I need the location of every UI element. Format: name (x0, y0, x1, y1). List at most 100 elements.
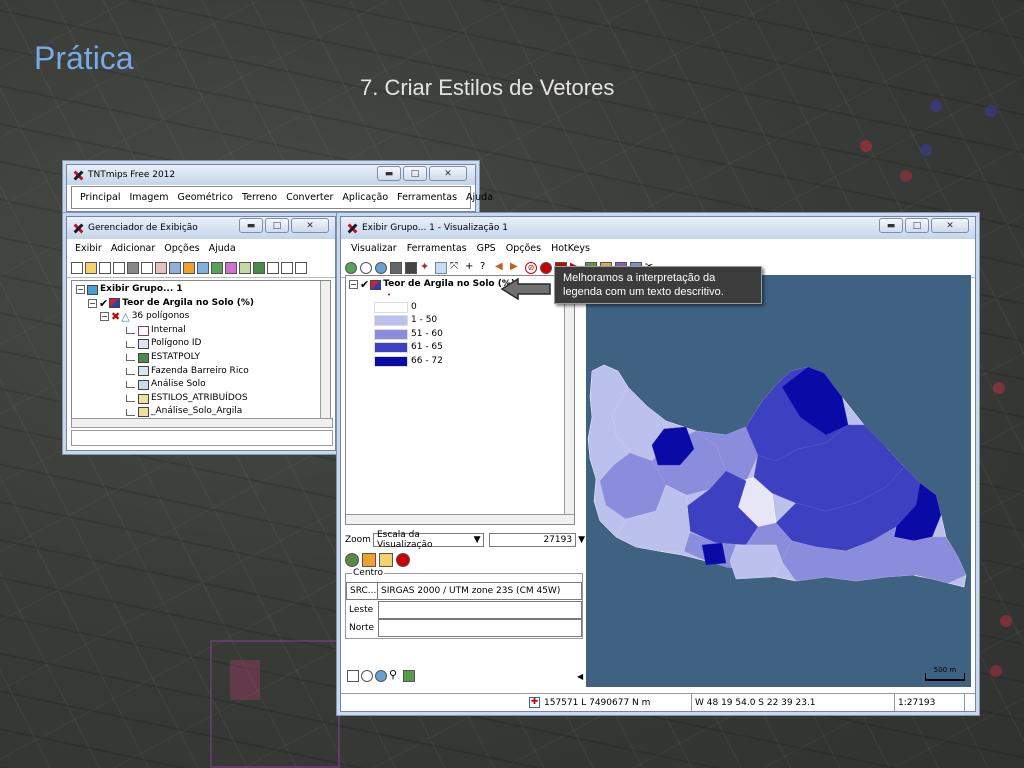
menu-exibir[interactable]: Exibir (75, 243, 102, 254)
collapse-toggle[interactable]: − (349, 280, 358, 290)
minimize-button[interactable]: ▬ (239, 218, 263, 233)
zoom-box-icon[interactable] (375, 261, 387, 274)
tree-row[interactable]: Análise Solo (76, 378, 326, 392)
close-button[interactable]: ✕ (931, 218, 969, 233)
tree-row[interactable]: Internal (76, 324, 326, 338)
binoculars-icon[interactable] (390, 261, 402, 274)
save-as-icon[interactable] (113, 261, 125, 274)
gps-icon[interactable] (345, 553, 359, 567)
print-icon[interactable] (127, 261, 139, 274)
add-grid-icon[interactable] (253, 261, 265, 274)
tree-row[interactable]: ESTILOS_ATRIBUÍDOS (76, 392, 326, 406)
search-icon[interactable]: ⚲ (389, 669, 401, 682)
vertical-scrollbar[interactable] (320, 281, 330, 421)
tree-row[interactable]: Polígono ID (76, 337, 326, 351)
src-field[interactable]: SIRGAS 2000 / UTM zone 23S (CM 45W) (378, 582, 582, 600)
redraw-icon[interactable] (345, 261, 357, 274)
dropdown-arrow-icon[interactable]: ▼ (578, 535, 585, 545)
horizontal-scrollbar[interactable] (71, 418, 333, 428)
cancel-icon[interactable] (540, 261, 552, 274)
map-icon[interactable] (403, 670, 415, 682)
zoom-value-field[interactable]: 27193 (489, 533, 577, 547)
menu-adicionar[interactable]: Adicionar (111, 243, 155, 254)
menu-converter[interactable]: Converter (286, 192, 333, 203)
menu-terreno[interactable]: Terreno (242, 192, 277, 203)
horizontal-scrollbar[interactable] (346, 514, 574, 524)
close-button[interactable]: ✕ (291, 218, 329, 233)
add-tin-icon[interactable] (225, 261, 237, 274)
minimize-button[interactable]: ▬ (377, 166, 401, 181)
add-cad-icon[interactable] (197, 261, 209, 274)
add-vector-icon[interactable] (183, 261, 195, 274)
menu-imagem[interactable]: Imagem (129, 192, 168, 203)
menu-opcoes[interactable]: Opções (506, 243, 541, 254)
camera-icon[interactable] (405, 261, 417, 274)
collapse-toggle[interactable]: − (76, 285, 85, 295)
menu-opcoes[interactable]: Opções (164, 243, 199, 254)
add-shape-icon[interactable] (211, 261, 223, 274)
maximize-button[interactable]: □ (403, 166, 427, 181)
crosshair-icon[interactable]: ✚ (529, 697, 540, 708)
layer-list-icon[interactable] (141, 261, 153, 274)
pointer-icon[interactable]: ✦ (420, 261, 432, 274)
select-icon[interactable] (360, 261, 372, 274)
menu-ajuda[interactable]: Ajuda (466, 192, 493, 203)
checkmark-icon[interactable]: ✔ (360, 278, 369, 292)
menu-aplicacao[interactable]: Aplicação (342, 192, 388, 203)
visibility-x-icon[interactable]: ✖ (111, 310, 120, 324)
measure-icon[interactable] (435, 261, 447, 274)
new-icon[interactable] (71, 261, 83, 274)
zoom-mode-select[interactable]: Escala da Visualização ▼ (372, 530, 485, 550)
collapse-toggle[interactable]: − (100, 312, 109, 322)
tree-row[interactable]: − Exibir Grupo... 1 (76, 283, 326, 297)
tree-row[interactable]: − ✖ △ 36 polígonos (76, 310, 326, 324)
checkmark-icon[interactable]: ✔ (99, 297, 108, 311)
add-region-icon[interactable] (239, 261, 251, 274)
src-button[interactable]: SRC... (346, 582, 378, 600)
close-button[interactable]: ✕ (429, 166, 467, 181)
menu-geometrico[interactable]: Geométrico (178, 192, 233, 203)
question-icon[interactable]: ? (480, 261, 492, 274)
norte-field[interactable] (378, 619, 582, 637)
tree-row[interactable]: ESTATPOLY (76, 351, 326, 365)
tree-row[interactable]: Fazenda Barreiro Rico (76, 365, 326, 379)
leste-field[interactable] (378, 601, 582, 619)
forward-icon[interactable]: ▶ (510, 261, 522, 274)
menu-ferramentas[interactable]: Ferramentas (407, 243, 467, 254)
cancel-icon[interactable] (396, 553, 410, 567)
tree-row[interactable]: − ✔ Teor de Argila no Solo (%) (76, 297, 326, 311)
menu-principal[interactable]: Principal (80, 192, 120, 203)
draw-icon[interactable]: ⤧ (450, 261, 462, 274)
open-icon[interactable] (85, 261, 97, 274)
map-dot (985, 105, 997, 117)
add-point-icon[interactable]: + (465, 261, 477, 274)
window-title: Exibir Grupo... 1 - Visualização 1 (362, 223, 509, 233)
menu-ferramentas[interactable]: Ferramentas (397, 192, 457, 203)
norte-label-cell: Norte (346, 619, 378, 637)
maximize-button[interactable]: □ (905, 218, 929, 233)
vertical-scrollbar[interactable] (564, 276, 574, 516)
maximize-button[interactable]: □ (265, 218, 289, 233)
folder-icon[interactable] (379, 553, 393, 567)
menu-ajuda[interactable]: Ajuda (209, 243, 236, 254)
collapse-toggle[interactable]: − (88, 298, 97, 308)
zoom-in-icon[interactable] (361, 670, 373, 682)
save-icon[interactable] (99, 261, 111, 274)
stop-icon[interactable]: ⊘ (525, 261, 537, 274)
add-layer-icon[interactable] (155, 261, 167, 274)
overview-icon[interactable] (347, 670, 359, 682)
add-table-icon[interactable] (267, 261, 279, 274)
tree-row[interactable]: _Análise_Solo_Argila (76, 405, 326, 419)
add-raster-icon[interactable] (169, 261, 181, 274)
zoom-box-icon[interactable] (375, 670, 387, 682)
menu-gps[interactable]: GPS (477, 243, 496, 254)
back-icon[interactable]: ◀ (495, 261, 507, 274)
menu-hotkeys[interactable]: HotKeys (551, 243, 590, 254)
collapse-arrow-icon[interactable]: ◀ (577, 672, 583, 681)
minimize-button[interactable]: ▬ (879, 218, 903, 233)
add-legend-icon[interactable] (295, 261, 307, 274)
add-text-icon[interactable] (281, 261, 293, 274)
sun-icon[interactable] (362, 553, 376, 567)
menu-visualizar[interactable]: Visualizar (351, 243, 397, 254)
map-canvas[interactable]: 500 m (586, 275, 971, 687)
